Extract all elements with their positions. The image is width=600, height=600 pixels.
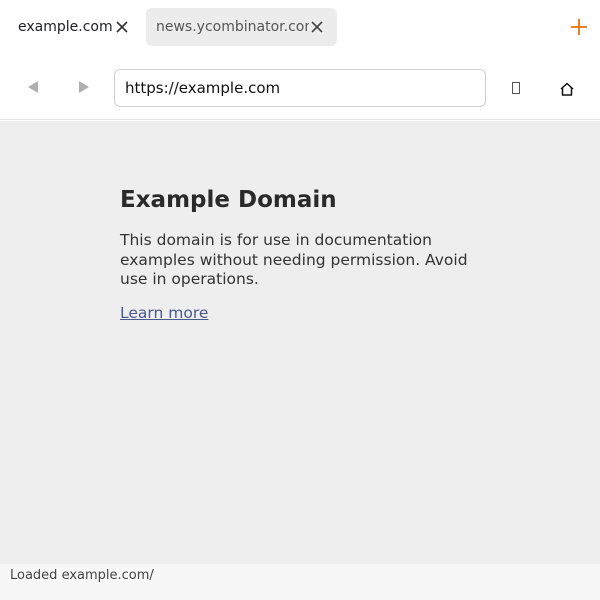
learn-more-link[interactable]: Learn more bbox=[120, 304, 208, 322]
tab-title: example.com bbox=[18, 20, 113, 34]
back-arrow-icon[interactable] bbox=[24, 78, 42, 96]
page-paragraph: This domain is for use in documentation … bbox=[120, 231, 468, 288]
address-bar[interactable] bbox=[114, 69, 486, 107]
page-heading: Example Domain bbox=[120, 187, 337, 213]
page-viewport: Example Domain This domain is for use in… bbox=[0, 121, 600, 564]
tab-hacker-news[interactable]: news.ycombinator.com bbox=[146, 8, 337, 46]
forward-arrow-icon[interactable] bbox=[75, 78, 93, 96]
bookmark-icon[interactable] bbox=[510, 80, 522, 94]
navigation-toolbar bbox=[0, 56, 600, 120]
browser-window: example.com news.ycombinator.com https:/… bbox=[0, 0, 600, 600]
close-icon[interactable] bbox=[309, 19, 325, 35]
home-icon[interactable] bbox=[558, 80, 576, 98]
status-bar: Loaded example.com/ bbox=[0, 564, 600, 600]
tab-title: news.ycombinator.com bbox=[156, 20, 309, 34]
close-icon[interactable] bbox=[114, 19, 130, 35]
tab-example[interactable]: example.com bbox=[4, 8, 142, 46]
plus-icon[interactable] bbox=[568, 16, 590, 38]
status-text: Loaded example.com/ bbox=[10, 568, 154, 583]
tab-strip: example.com news.ycombinator.com bbox=[0, 0, 600, 52]
